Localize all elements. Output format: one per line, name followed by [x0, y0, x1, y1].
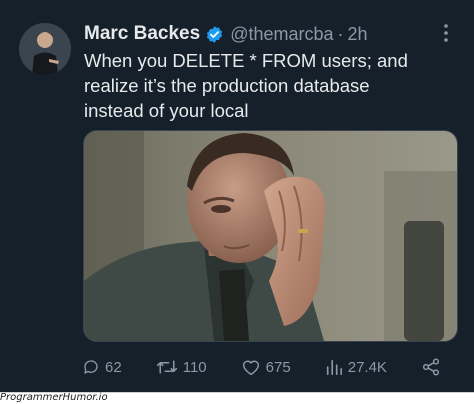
- heart-icon: [242, 360, 259, 376]
- tweet-text-line: realize it’s the production database: [84, 75, 370, 96]
- tweet-card: Marc Backes @themarcba · 2h When you DEL…: [0, 0, 474, 392]
- verified-badge-icon: [205, 25, 224, 44]
- share-icon: [422, 358, 440, 376]
- tweet-text-line: instead of your local: [84, 100, 249, 121]
- retweet-icon: [156, 360, 177, 374]
- distressed-man-image: [84, 131, 457, 341]
- avatar-image: [19, 23, 71, 75]
- author-name[interactable]: Marc Backes: [84, 23, 200, 45]
- share-button[interactable]: [421, 357, 446, 377]
- views-count: 27.4K: [347, 358, 387, 376]
- views-chart-icon: [326, 359, 342, 376]
- reply-icon: [84, 360, 98, 374]
- retweet-button[interactable]: 110: [156, 358, 207, 376]
- tweet-text: When you DELETE * FROM users; and realiz…: [84, 48, 444, 123]
- retweet-count: 110: [182, 358, 207, 376]
- avatar[interactable]: [19, 23, 71, 75]
- separator-dot: ·: [337, 23, 344, 44]
- watermark-bar: ProgrammerHumor.io: [0, 392, 474, 404]
- views-button[interactable]: 27.4K: [325, 358, 387, 376]
- reply-button[interactable]: 62: [82, 358, 122, 376]
- author-handle[interactable]: @themarcba: [230, 24, 333, 45]
- tweet-media-image[interactable]: [83, 130, 458, 342]
- watermark-text: ProgrammerHumor.io: [0, 392, 108, 403]
- reply-count: 62: [105, 358, 122, 376]
- like-count: 675: [265, 358, 291, 376]
- like-button[interactable]: 675: [241, 358, 291, 376]
- tweet-header: Marc Backes @themarcba · 2h: [84, 20, 434, 48]
- tweet-text-line: When you DELETE * FROM users; and: [84, 50, 408, 71]
- post-time[interactable]: 2h: [348, 24, 368, 45]
- tweet-actions: 62 110 675 27.4K: [82, 353, 446, 381]
- more-vertical-icon[interactable]: [440, 22, 452, 48]
